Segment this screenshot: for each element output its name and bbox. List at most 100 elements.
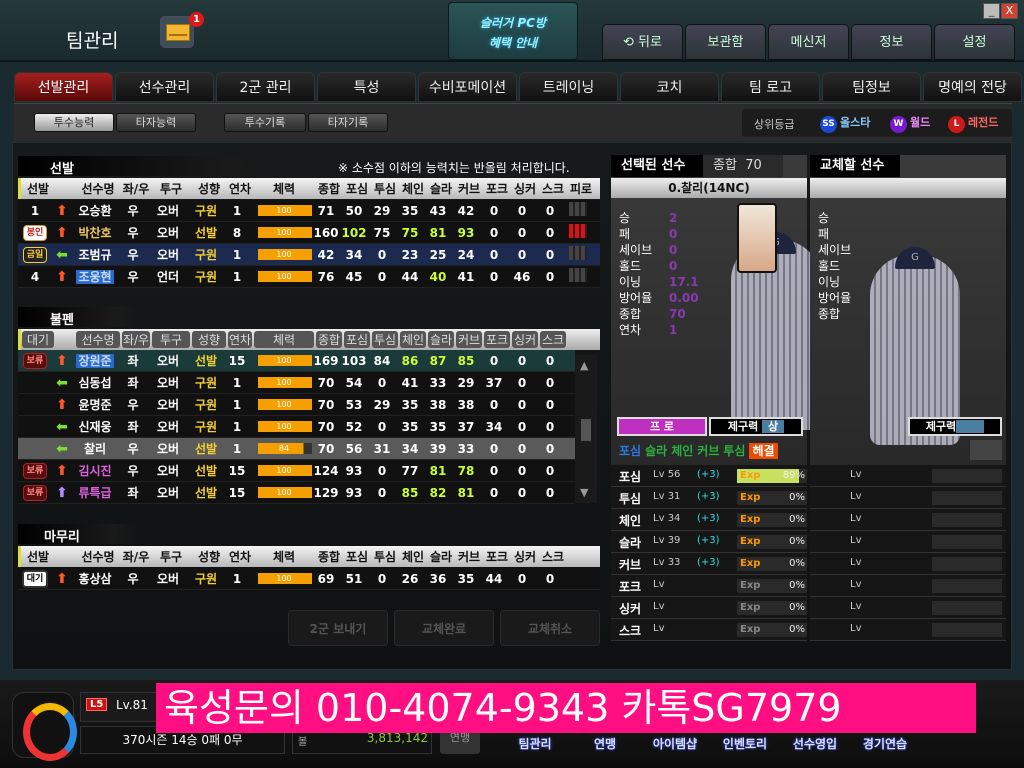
- column-header[interactable]: 포크: [483, 548, 511, 565]
- column-header[interactable]: 선수명: [76, 331, 120, 348]
- column-header[interactable]: 선발: [21, 180, 55, 197]
- column-header[interactable]: 포크: [484, 331, 510, 348]
- tab-traits[interactable]: 특성: [317, 72, 416, 102]
- column-header[interactable]: 체력: [253, 548, 315, 565]
- column-header[interactable]: 종합: [315, 548, 343, 565]
- column-header[interactable]: 대기: [22, 331, 54, 348]
- status-badge[interactable]: 대기: [21, 569, 49, 588]
- column-header[interactable]: 연차: [227, 548, 253, 565]
- table-row[interactable]: 1 ⬆ 오승환 우 오버 구원 1 100 71 50 29 35 43 42 0 0 0: [18, 200, 600, 222]
- tab-hall-of-fame[interactable]: 명예의 전당: [923, 72, 1022, 102]
- column-header[interactable]: 포심: [344, 331, 370, 348]
- column-header[interactable]: 종합: [316, 331, 342, 348]
- player-name[interactable]: 오승환: [72, 202, 118, 219]
- column-header[interactable]: 체력: [254, 331, 314, 348]
- column-header[interactable]: 포크: [483, 180, 511, 197]
- column-header[interactable]: 투구: [151, 548, 191, 565]
- column-header[interactable]: 포심: [343, 548, 371, 565]
- info-button[interactable]: 정보: [851, 24, 932, 60]
- messenger-button[interactable]: 메신저: [768, 24, 849, 60]
- back-button[interactable]: ⟲ 뒤로: [602, 24, 683, 60]
- column-header[interactable]: 커브: [455, 548, 483, 565]
- column-header[interactable]: 연차: [228, 331, 252, 348]
- tab-team-logo[interactable]: 팀 로고: [721, 72, 820, 102]
- column-header[interactable]: 좌/우: [121, 548, 151, 565]
- column-header[interactable]: 커브: [456, 331, 482, 348]
- subtab-pitcher-record[interactable]: 투수기록: [224, 113, 306, 132]
- table-row[interactable]: 봉인 ⬆ 박찬호 우 오버 선발 8 100 160 102 75 75 81 93 0 0 0: [18, 222, 600, 244]
- tab-training[interactable]: 트레이닝: [519, 72, 618, 102]
- tab-lineup[interactable]: 선발관리: [14, 72, 113, 102]
- scroll-down-icon[interactable]: ▼: [580, 486, 588, 499]
- status-badge[interactable]: 금일: [22, 247, 48, 263]
- table-row[interactable]: 보류 ⬆ 김시진 우 오버 선발 15 100 124 93 0 77 81 78 0 0 0: [18, 460, 575, 482]
- nav-league[interactable]: 연맹: [570, 735, 640, 752]
- confirm-swap-button[interactable]: 교체완료: [394, 610, 494, 646]
- scroll-thumb[interactable]: [581, 419, 591, 441]
- status-badge[interactable]: 보류: [22, 485, 48, 501]
- table-row[interactable]: 대기 ⬆ 홍상삼 우 오버 구원 1 100 69 51 0 26 36 35 44 0 0: [18, 568, 600, 590]
- column-header[interactable]: 선발: [21, 548, 55, 565]
- column-header[interactable]: 투심: [371, 180, 399, 197]
- player-name[interactable]: 장원준: [72, 352, 118, 369]
- player-name[interactable]: 조웅현: [72, 268, 118, 285]
- column-header[interactable]: 투심: [371, 548, 399, 565]
- table-row[interactable]: ⬅ 신재웅 좌 오버 구원 1 100 70 52 0 35 35 37 34 0 0: [18, 416, 575, 438]
- nav-inventory[interactable]: 인벤토리: [710, 735, 780, 752]
- column-header[interactable]: 좌/우: [121, 180, 151, 197]
- scroll-up-icon[interactable]: ▲: [580, 359, 588, 372]
- player-name[interactable]: 김시진: [72, 462, 118, 479]
- column-header[interactable]: 체인: [399, 180, 427, 197]
- column-header[interactable]: 슬라: [428, 331, 454, 348]
- player-name[interactable]: 류특급: [72, 484, 118, 501]
- subtab-pitcher-ability[interactable]: 투수능력: [34, 113, 114, 132]
- status-badge[interactable]: 보류: [22, 463, 48, 479]
- column-header[interactable]: 종합: [315, 180, 343, 197]
- column-header[interactable]: 싱커: [511, 548, 539, 565]
- column-header[interactable]: 싱커: [512, 331, 538, 348]
- minimize-button[interactable]: _: [983, 3, 1000, 19]
- column-header[interactable]: 피로: [567, 180, 595, 197]
- settings-button[interactable]: 설정: [934, 24, 1015, 60]
- send-to-minors-button[interactable]: 2군 보내기: [288, 610, 388, 646]
- player-name[interactable]: 신재웅: [72, 418, 118, 435]
- column-header[interactable]: 싱커: [511, 180, 539, 197]
- player-name[interactable]: 조범규: [72, 246, 118, 263]
- column-header[interactable]: 스크: [539, 180, 567, 197]
- table-row[interactable]: 보류 ⬆ 장원준 좌 오버 선발 15 100 169 103 84 86 87 85 0 0 0: [18, 350, 575, 372]
- pcbang-benefit-button[interactable]: 슬러거 PC방 혜택 안내: [448, 2, 578, 60]
- column-header[interactable]: 체력: [253, 180, 315, 197]
- column-header[interactable]: 체인: [400, 331, 426, 348]
- column-header[interactable]: 스크: [540, 331, 566, 348]
- column-header[interactable]: 투구: [151, 180, 191, 197]
- tab-coach[interactable]: 코치: [620, 72, 719, 102]
- cancel-swap-button[interactable]: 교체취소: [500, 610, 600, 646]
- column-header[interactable]: 좌/우: [122, 331, 150, 348]
- column-header[interactable]: 체인: [399, 548, 427, 565]
- table-row[interactable]: ⬆ 윤명준 우 오버 구원 1 100 70 53 29 35 38 38 0 0 0: [18, 394, 575, 416]
- subtab-batter-ability[interactable]: 타자능력: [116, 113, 196, 132]
- player-name[interactable]: 박찬호: [72, 224, 118, 241]
- table-row[interactable]: 보류 ⬆ 류특급 좌 오버 선발 15 100 129 93 0 85 82 81 0 0 0: [18, 482, 575, 504]
- player-name[interactable]: 심동섭: [72, 374, 118, 391]
- nav-team-manage[interactable]: 팀관리: [500, 735, 570, 752]
- column-header[interactable]: 선수명: [75, 548, 121, 565]
- column-header[interactable]: 슬라: [427, 548, 455, 565]
- column-header[interactable]: 선수명: [75, 180, 121, 197]
- column-header[interactable]: 투심: [372, 331, 398, 348]
- table-row[interactable]: ⬅ 찰리 우 오버 선발 1 84 70 56 31 34 39 33 0 0 0: [18, 438, 575, 460]
- close-button[interactable]: X: [1001, 3, 1018, 19]
- nav-item-shop[interactable]: 아이템샵: [640, 735, 710, 752]
- player-name[interactable]: 홍상삼: [72, 570, 118, 587]
- player-name[interactable]: 찰리: [72, 440, 118, 457]
- tab-formation[interactable]: 수비포메이션: [418, 72, 517, 102]
- status-badge[interactable]: 보류: [22, 353, 48, 369]
- column-header[interactable]: 커브: [455, 180, 483, 197]
- column-header[interactable]: 투구: [152, 331, 190, 348]
- column-header[interactable]: 성향: [191, 180, 227, 197]
- bullpen-scrollbar[interactable]: ▲ ▼: [575, 355, 597, 503]
- table-row[interactable]: ⬅ 심동섭 좌 오버 구원 1 100 70 54 0 41 33 29 37 0 0: [18, 372, 575, 394]
- table-row[interactable]: 금일 ⬅ 조범규 우 오버 구원 1 100 42 34 0 23 25 24 0 0 0: [18, 244, 600, 266]
- status-badge[interactable]: 봉인: [22, 225, 48, 241]
- column-header[interactable]: 스크: [539, 548, 567, 565]
